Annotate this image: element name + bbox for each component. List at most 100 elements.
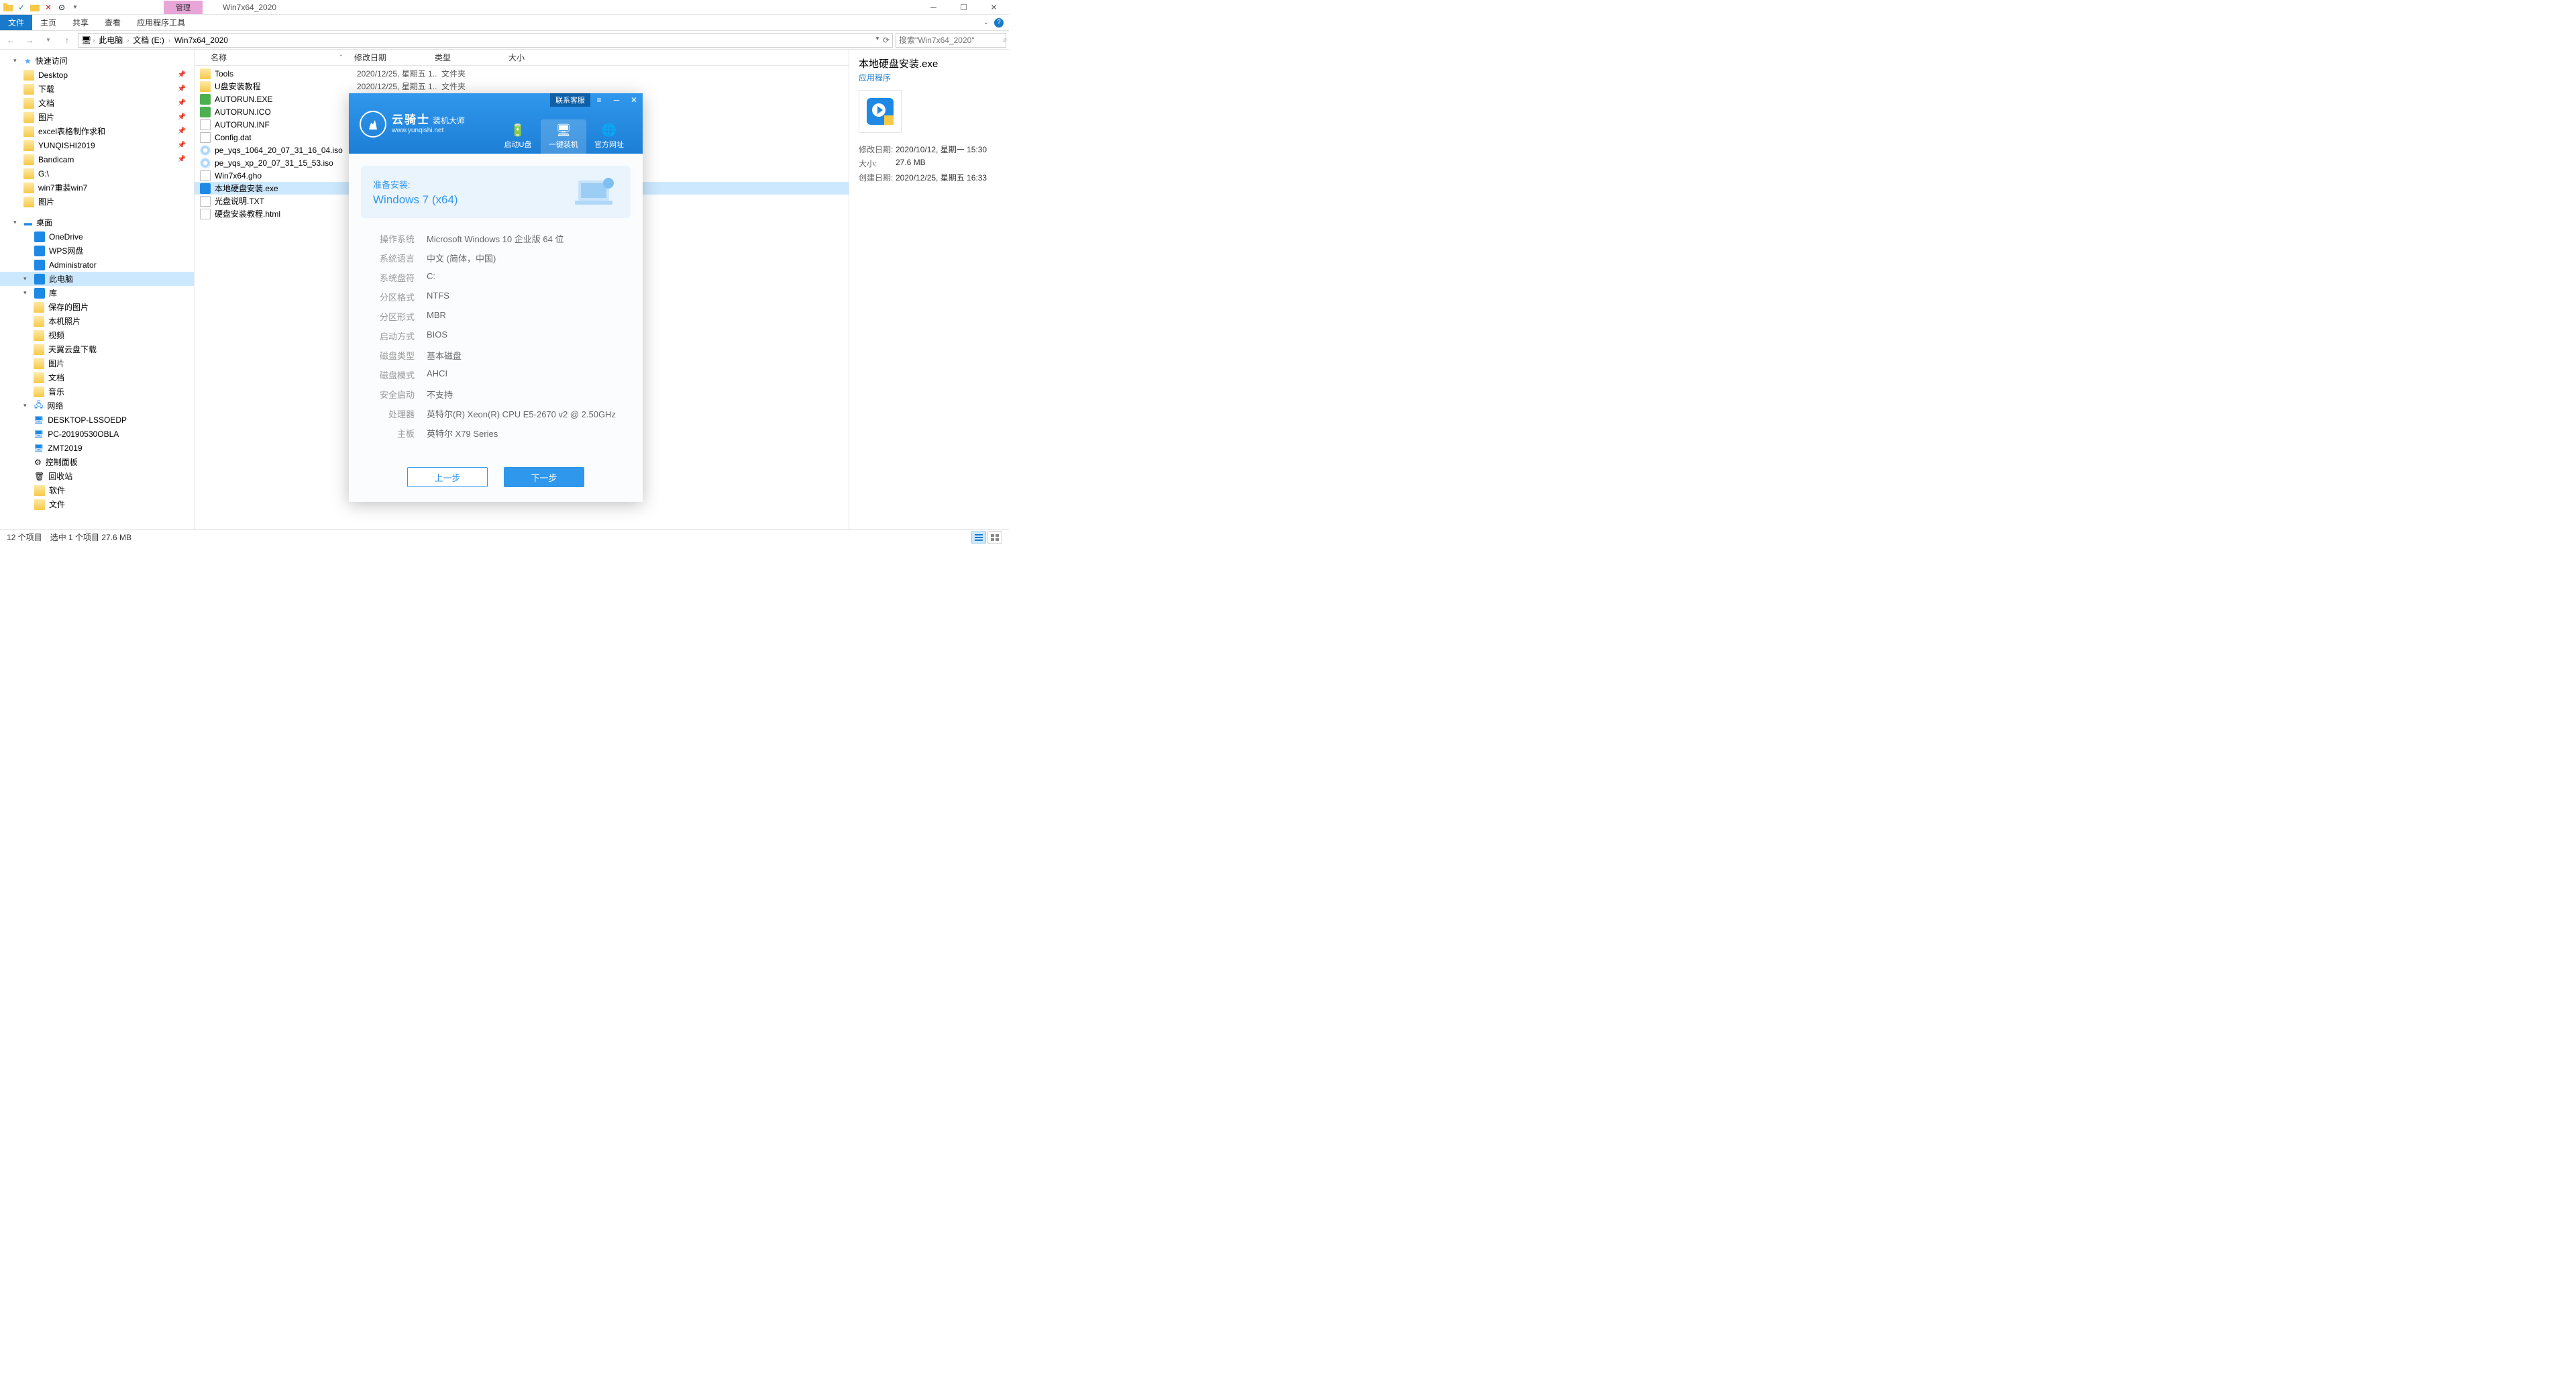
forward-button[interactable]: → bbox=[21, 32, 38, 48]
tree-item[interactable]: 下载📌 bbox=[0, 82, 194, 96]
tree-item[interactable]: 本机照片 bbox=[0, 314, 194, 328]
chevron-right-icon[interactable]: › bbox=[168, 37, 170, 44]
recent-dropdown[interactable]: ▼ bbox=[40, 32, 56, 48]
column-type[interactable]: 类型 bbox=[429, 52, 503, 63]
search-input[interactable] bbox=[899, 36, 1003, 45]
tree-item[interactable]: 图片 bbox=[0, 195, 194, 209]
close-button[interactable]: ✕ bbox=[979, 0, 1009, 15]
tree-item[interactable]: 保存的图片 bbox=[0, 300, 194, 314]
details-thumbnail bbox=[859, 90, 902, 133]
chevron-down-icon: ▾ bbox=[13, 57, 20, 64]
spec-value: AHCI bbox=[427, 368, 447, 381]
up-button[interactable]: ↑ bbox=[59, 32, 75, 48]
file-type: 文件夹 bbox=[441, 81, 515, 92]
tree-item[interactable]: WPS网盘 bbox=[0, 244, 194, 258]
tree-software[interactable]: 软件 bbox=[0, 483, 194, 497]
spec-table: 操作系统 Microsoft Windows 10 企业版 64 位 系统语言 … bbox=[361, 229, 631, 443]
search-icon[interactable]: ⌕ bbox=[1003, 35, 1008, 45]
spec-label: 主板 bbox=[366, 427, 415, 440]
spec-value: MBR bbox=[427, 310, 446, 323]
back-button[interactable]: ← bbox=[3, 32, 19, 48]
new-folder-icon[interactable] bbox=[30, 2, 40, 13]
tree-item[interactable]: Bandicam📌 bbox=[0, 152, 194, 166]
tree-item[interactable]: ▾此电脑 bbox=[0, 272, 194, 286]
tree-quick-access[interactable]: ▾★快速访问 bbox=[0, 54, 194, 68]
ribbon-tab-view[interactable]: 查看 bbox=[97, 15, 129, 30]
tree-desktop[interactable]: ▾▬桌面 bbox=[0, 215, 194, 229]
tree-item-label: WPS网盘 bbox=[49, 245, 83, 256]
minimize-button[interactable]: ─ bbox=[918, 0, 949, 15]
delete-icon[interactable]: ✕ bbox=[43, 2, 54, 13]
tree-item[interactable]: 视频 bbox=[0, 328, 194, 342]
spec-value: 英特尔(R) Xeon(R) CPU E5-2670 v2 @ 2.50GHz bbox=[427, 407, 616, 420]
tree-item[interactable]: OneDrive bbox=[0, 229, 194, 244]
chevron-icon: ▾ bbox=[23, 275, 30, 282]
help-icon[interactable]: ? bbox=[994, 18, 1004, 28]
installer-tab[interactable]: 🖥 一键装机 bbox=[541, 119, 586, 154]
details-label: 修改日期: bbox=[859, 144, 896, 155]
maximize-button[interactable]: ☐ bbox=[949, 0, 979, 15]
qat-dropdown-icon[interactable]: ▼ bbox=[70, 2, 80, 13]
refresh-icon[interactable]: ⟳ bbox=[883, 36, 890, 45]
installer-tab[interactable]: 🌐 官方网址 bbox=[586, 119, 632, 154]
tree-item[interactable]: YUNQISHI2019📌 bbox=[0, 138, 194, 152]
properties-icon[interactable]: ⊙ bbox=[56, 2, 67, 13]
chevron-right-icon[interactable]: › bbox=[93, 37, 95, 44]
spec-row: 安全启动 不支持 bbox=[366, 384, 625, 404]
tree-item[interactable]: Administrator bbox=[0, 258, 194, 272]
pin-icon: 📌 bbox=[178, 85, 186, 93]
crumb-this-pc[interactable]: 此电脑 bbox=[96, 34, 125, 46]
crumb-docs[interactable]: 文档 (E:) bbox=[130, 34, 167, 46]
address-bar: ← → ▼ ↑ 🖥 › 此电脑 › 文档 (E:) › Win7x64_2020… bbox=[0, 31, 1009, 50]
history-dropdown-icon[interactable]: ▼ bbox=[875, 36, 880, 45]
tree-item[interactable]: 音乐 bbox=[0, 384, 194, 399]
tree-item[interactable]: 文档 bbox=[0, 370, 194, 384]
tree-item[interactable]: 🖥PC-20190530OBLA bbox=[0, 427, 194, 441]
file-row[interactable]: U盘安装教程 2020/12/25, 星期五 1... 文件夹 bbox=[195, 80, 849, 93]
details-label: 大小: bbox=[859, 158, 896, 169]
prepare-os: Windows 7 (x64) bbox=[373, 193, 458, 207]
tree-item[interactable]: 图片📌 bbox=[0, 110, 194, 124]
tree-item[interactable]: excel表格制作求和📌 bbox=[0, 124, 194, 138]
ribbon-tab-home[interactable]: 主页 bbox=[32, 15, 64, 30]
ribbon-tab-file[interactable]: 文件 bbox=[0, 15, 32, 30]
tree-item[interactable]: 天翼云盘下载 bbox=[0, 342, 194, 356]
tree-item[interactable]: ▾库 bbox=[0, 286, 194, 300]
view-large-icons-button[interactable] bbox=[987, 531, 1002, 544]
check-icon[interactable]: ✓ bbox=[16, 2, 27, 13]
view-details-button[interactable] bbox=[971, 531, 986, 544]
tree-files[interactable]: 文件 bbox=[0, 497, 194, 511]
column-name[interactable]: 名称⌃ bbox=[195, 52, 349, 63]
tree-control-panel[interactable]: ⚙控制面板 bbox=[0, 455, 194, 469]
next-button[interactable]: 下一步 bbox=[504, 467, 584, 487]
ribbon-expand-icon[interactable]: ⌄ bbox=[983, 19, 989, 26]
tree-item[interactable]: win7重装win7 bbox=[0, 181, 194, 195]
chevron-right-icon[interactable]: › bbox=[127, 37, 129, 44]
installer-close-button[interactable]: ✕ bbox=[625, 93, 643, 107]
column-size[interactable]: 大小 bbox=[503, 52, 557, 63]
item-icon bbox=[34, 246, 45, 256]
contact-support-button[interactable]: 联系客服 bbox=[550, 93, 590, 107]
breadcrumb[interactable]: 🖥 › 此电脑 › 文档 (E:) › Win7x64_2020 ▼ ⟳ bbox=[78, 33, 893, 48]
search-box[interactable]: ⌕ bbox=[896, 33, 1006, 48]
tree-item[interactable]: 图片 bbox=[0, 356, 194, 370]
file-row[interactable]: Tools 2020/12/25, 星期五 1... 文件夹 bbox=[195, 67, 849, 80]
installer-tab[interactable]: 🔋 启动U盘 bbox=[495, 119, 541, 154]
tree-item[interactable]: 文档📌 bbox=[0, 96, 194, 110]
ribbon-tab-apptools[interactable]: 应用程序工具 bbox=[129, 15, 193, 30]
tree-recycle-bin[interactable]: 🗑回收站 bbox=[0, 469, 194, 483]
installer-menu-button[interactable]: ≡ bbox=[590, 93, 608, 107]
tree-item[interactable]: G:\ bbox=[0, 166, 194, 181]
tree-item[interactable]: Desktop📌 bbox=[0, 68, 194, 82]
folder-icon bbox=[23, 140, 34, 151]
ribbon-tab-share[interactable]: 共享 bbox=[64, 15, 97, 30]
tree-item[interactable]: 🖥ZMT2019 bbox=[0, 441, 194, 455]
column-date[interactable]: 修改日期 bbox=[349, 52, 429, 63]
prev-button[interactable]: 上一步 bbox=[407, 467, 488, 487]
contextual-tab[interactable]: 管理 bbox=[164, 1, 203, 14]
crumb-folder[interactable]: Win7x64_2020 bbox=[172, 36, 231, 45]
navigation-tree[interactable]: ▾★快速访问 Desktop📌下载📌文档📌图片📌excel表格制作求和📌YUNQ… bbox=[0, 50, 195, 529]
tree-item[interactable]: 🖥DESKTOP-LSSOEDP bbox=[0, 413, 194, 427]
installer-minimize-button[interactable]: ─ bbox=[608, 93, 625, 107]
tree-network[interactable]: ▾🖧网络 bbox=[0, 399, 194, 413]
